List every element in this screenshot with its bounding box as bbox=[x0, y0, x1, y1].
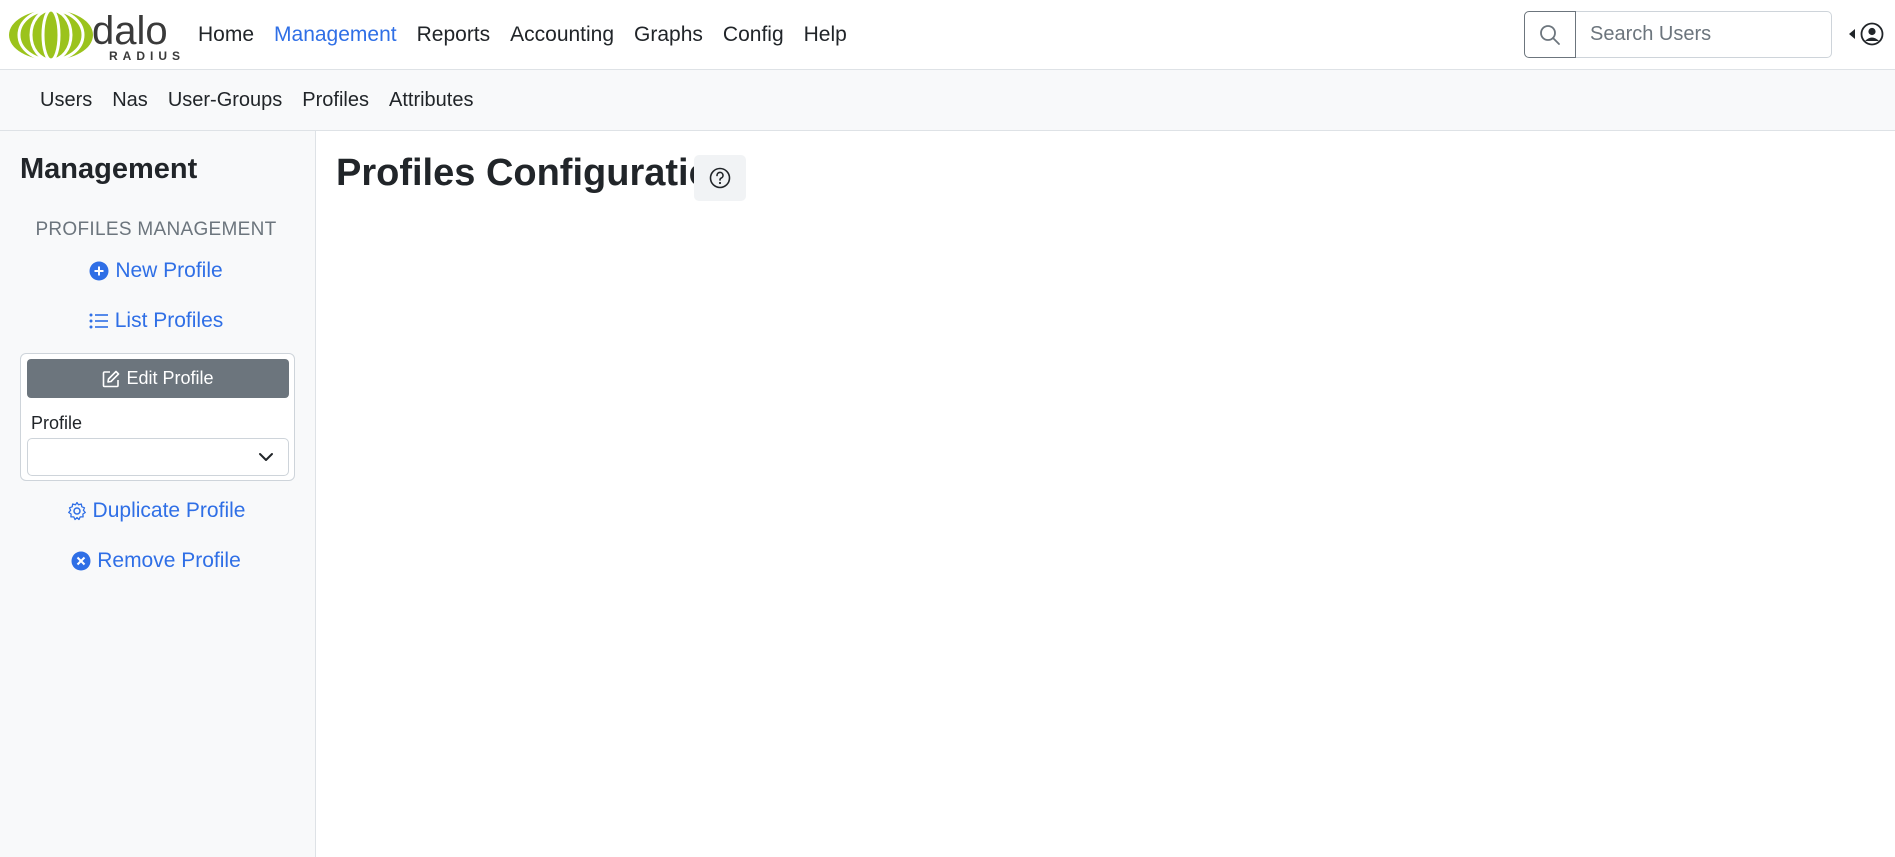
caret-left-icon bbox=[1849, 29, 1855, 39]
duplicate-profile-label: Duplicate Profile bbox=[92, 499, 246, 522]
edit-profile-form: Edit Profile Profile bbox=[20, 353, 295, 481]
list-profiles-link[interactable]: List Profiles bbox=[0, 309, 312, 333]
page-title: Profiles Configuration bbox=[336, 152, 735, 194]
logo-mark: dalo RADIUS bbox=[9, 8, 183, 63]
plus-circle-icon bbox=[89, 261, 109, 281]
help-button[interactable] bbox=[694, 155, 746, 201]
question-circle-icon bbox=[709, 167, 731, 189]
x-circle-icon bbox=[71, 551, 91, 571]
sidebar-title: Management bbox=[20, 153, 198, 185]
user-menu[interactable] bbox=[1848, 22, 1884, 46]
nav-home[interactable]: Home bbox=[188, 0, 264, 70]
profile-select[interactable] bbox=[27, 438, 289, 476]
nav-accounting[interactable]: Accounting bbox=[500, 0, 624, 70]
logo-sub: RADIUS bbox=[109, 49, 183, 63]
duplicate-profile-link[interactable]: Duplicate Profile bbox=[0, 499, 312, 523]
new-profile-label: New Profile bbox=[115, 259, 223, 282]
subnav-users[interactable]: Users bbox=[30, 89, 102, 112]
search-button[interactable] bbox=[1524, 11, 1576, 58]
main-nav: Home Management Reports Accounting Graph… bbox=[188, 0, 857, 70]
search-form bbox=[1524, 11, 1832, 58]
logo-word: dalo bbox=[92, 9, 168, 53]
subnav-nas[interactable]: Nas bbox=[102, 89, 158, 112]
sub-navbar: Users Nas User-Groups Profiles Attribute… bbox=[0, 70, 1895, 131]
list-icon bbox=[89, 313, 108, 329]
nav-help[interactable]: Help bbox=[794, 0, 857, 70]
search-input[interactable] bbox=[1576, 11, 1832, 58]
remove-profile-label: Remove Profile bbox=[97, 549, 241, 572]
gear-icon bbox=[67, 501, 86, 521]
sidebar: Management PROFILES MANAGEMENT New Profi… bbox=[0, 131, 316, 857]
section-heading: PROFILES MANAGEMENT bbox=[35, 219, 277, 240]
nav-config[interactable]: Config bbox=[713, 0, 794, 70]
edit-icon bbox=[103, 370, 120, 387]
list-profiles-label: List Profiles bbox=[114, 309, 224, 332]
edit-profile-label: Edit Profile bbox=[126, 368, 214, 388]
nav-management[interactable]: Management bbox=[264, 0, 407, 70]
top-navbar: dalo RADIUS Home Management Reports Acco… bbox=[0, 0, 1895, 70]
nav-reports[interactable]: Reports bbox=[407, 0, 501, 70]
nav-graphs[interactable]: Graphs bbox=[624, 0, 713, 70]
edit-profile-button[interactable]: Edit Profile bbox=[27, 359, 289, 398]
daloradius-logo[interactable]: dalo RADIUS bbox=[8, 6, 183, 66]
remove-profile-link[interactable]: Remove Profile bbox=[0, 549, 312, 573]
subnav-user-groups[interactable]: User-Groups bbox=[158, 89, 292, 112]
user-circle-icon bbox=[1860, 22, 1884, 46]
new-profile-link[interactable]: New Profile bbox=[0, 259, 312, 283]
search-icon bbox=[1540, 24, 1560, 45]
subnav-profiles[interactable]: Profiles bbox=[292, 89, 379, 112]
subnav-attributes[interactable]: Attributes bbox=[379, 89, 483, 112]
chevron-down-icon bbox=[259, 453, 273, 461]
profile-field-label: Profile bbox=[31, 413, 83, 433]
